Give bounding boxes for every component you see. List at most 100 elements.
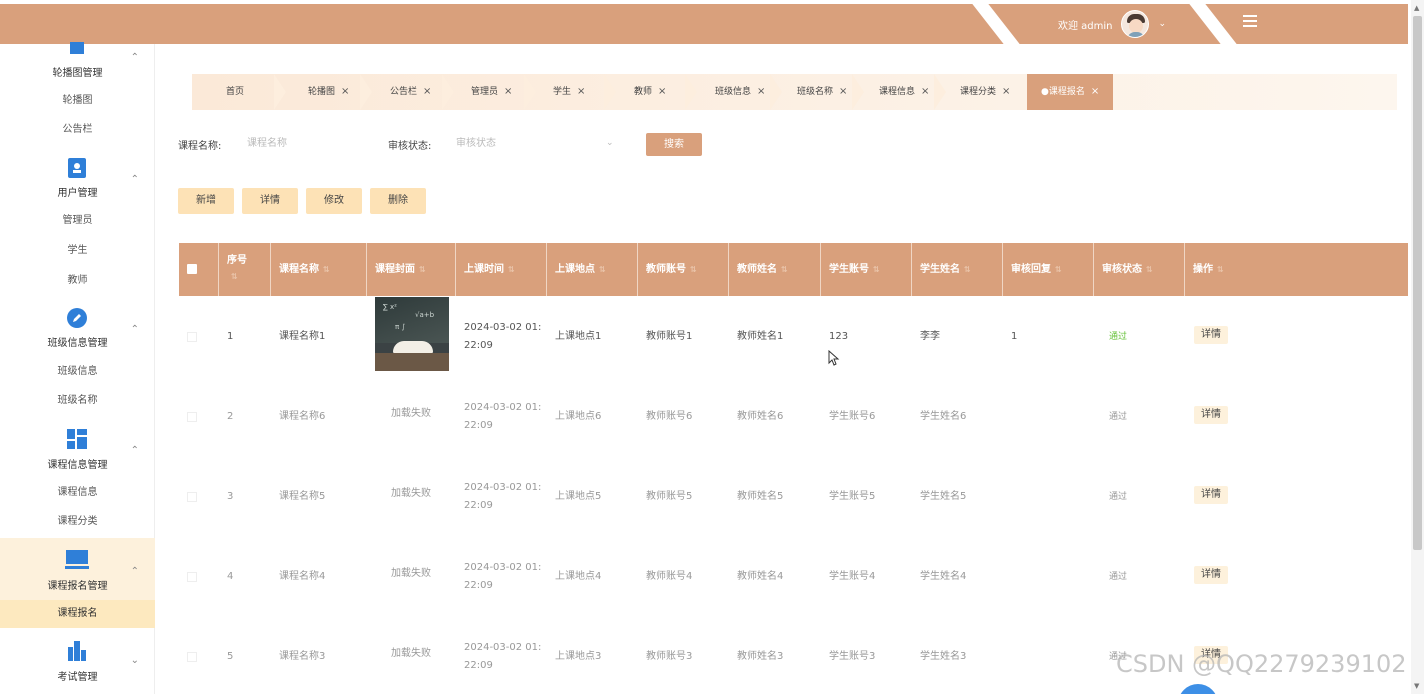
user-menu[interactable]: 欢迎 admin ⌄ [1058, 4, 1166, 44]
tab-notice[interactable]: 公告栏 × [390, 74, 431, 110]
column-header[interactable]: 上课地点 ⇅ [547, 243, 638, 296]
cell-student-name: 李李 [920, 331, 940, 342]
column-header[interactable]: 学生账号 ⇅ [821, 243, 912, 296]
row-checkbox[interactable] [187, 492, 197, 502]
chevron-up-icon[interactable]: ⌃ [131, 174, 139, 185]
cell-student-account: 学生账号4 [829, 571, 876, 582]
add-button[interactable]: 新增 [178, 188, 234, 214]
column-header[interactable]: 课程名称 ⇅ [271, 243, 367, 296]
tab-class-info[interactable]: 班级信息 × [715, 74, 765, 110]
column-header[interactable]: 操作 ⇅ [1185, 243, 1408, 296]
cell-teacher-account: 教师账号3 [646, 651, 693, 662]
sidebar-item-teacher[interactable]: 教师 [0, 267, 155, 295]
monitor-icon [65, 550, 89, 569]
column-header[interactable]: 上课时间 ⇅ [456, 243, 547, 296]
sidebar-item-course-category[interactable]: 课程分类 [0, 508, 155, 536]
sidebar-item-admin[interactable]: 管理员 [0, 207, 155, 235]
sidebar-item-notice[interactable]: 公告栏 [0, 116, 155, 144]
cell-reply: 1 [1011, 331, 1018, 342]
menu-icon[interactable] [1243, 15, 1257, 27]
column-header[interactable]: 审核回复 ⇅ [1003, 243, 1094, 296]
sidebar-item-class-name[interactable]: 班级名称 [0, 387, 155, 415]
chevron-up-icon[interactable]: ⌃ [131, 52, 139, 63]
row-detail-button[interactable]: 详情 [1194, 406, 1228, 424]
chevron-up-icon[interactable]: ⌃ [131, 566, 139, 577]
cell-time: 22:09 [464, 340, 493, 351]
sidebar-item-student[interactable]: 学生 [0, 237, 155, 265]
top-bar-decoration [1189, 4, 1237, 44]
column-header[interactable]: 教师账号 ⇅ [638, 243, 729, 296]
scroll-up-icon[interactable]: ▲ [1414, 4, 1419, 12]
tab-course-category[interactable]: 课程分类 × [960, 74, 1010, 110]
cell-teacher-name: 教师姓名3 [737, 651, 784, 662]
close-icon[interactable]: × [1091, 86, 1099, 97]
close-icon[interactable]: × [757, 86, 765, 97]
cell-course-name: 课程名称4 [279, 571, 326, 582]
cell-time: 2024-03-02 01: [464, 402, 542, 413]
search-button[interactable]: 搜索 [646, 133, 702, 156]
cell-no: 1 [227, 331, 234, 342]
tab-carousel[interactable]: 轮播图 × [308, 74, 349, 110]
chevron-down-icon[interactable]: ⌄ [1159, 19, 1167, 29]
sidebar-item-enrollment[interactable]: 课程报名 [0, 600, 155, 628]
scrollbar-thumb[interactable] [1413, 16, 1422, 550]
row-detail-button[interactable]: 详情 [1194, 326, 1228, 344]
delete-button[interactable]: 删除 [370, 188, 426, 214]
close-icon[interactable]: × [839, 86, 847, 97]
column-header[interactable]: 课程封面 ⇅ [367, 243, 456, 296]
detail-button[interactable]: 详情 [242, 188, 298, 214]
sidebar-item-carousel[interactable]: 轮播图 [0, 87, 155, 115]
row-checkbox[interactable] [187, 652, 197, 662]
column-header[interactable]: 教师姓名 ⇅ [729, 243, 821, 296]
select-all-checkbox[interactable] [187, 264, 197, 274]
close-icon[interactable]: × [658, 86, 666, 97]
cell-student-account: 学生账号5 [829, 491, 876, 502]
table-row: 3 课程名称5 加载失败 2024-03-02 01: 22:09 上课地点5 … [179, 457, 1408, 537]
welcome-text: 欢迎 admin [1058, 20, 1113, 32]
column-header[interactable]: 学生姓名 ⇅ [912, 243, 1003, 296]
tab-home[interactable]: 首页 [226, 74, 244, 110]
column-header[interactable]: 序号 ⇅ [219, 243, 271, 296]
row-checkbox[interactable] [187, 572, 197, 582]
sidebar-group-title: 课程报名管理 [47, 581, 108, 592]
chevron-down-icon[interactable]: ⌄ [606, 138, 614, 148]
close-icon[interactable]: × [341, 86, 349, 97]
status-select[interactable]: 审核状态 [449, 133, 623, 155]
close-icon[interactable]: × [504, 86, 512, 97]
sidebar-item-class-info[interactable]: 班级信息 [0, 358, 155, 386]
cell-student-name: 学生姓名6 [920, 411, 967, 422]
scroll-down-icon[interactable]: ▼ [1414, 682, 1419, 690]
tab-class-name[interactable]: 班级名称 × [797, 74, 847, 110]
chevron-up-icon[interactable]: ⌃ [131, 324, 139, 335]
row-detail-button[interactable]: 详情 [1194, 486, 1228, 504]
user-icon [68, 158, 86, 178]
tab-enrollment[interactable]: ●课程报名 × [1027, 74, 1114, 110]
chevron-up-icon[interactable]: ⌃ [131, 445, 139, 456]
breadcrumb-tabs: 首页 轮播图 × 公告栏 × 管理员 × 学生 × 教师 × 班级信息 × 班级名称 × 课程… [192, 74, 1397, 110]
tab-course-info[interactable]: 课程信息 × [879, 74, 929, 110]
status-badge: 通过 [1109, 332, 1128, 342]
cell-no: 4 [227, 571, 234, 582]
close-icon[interactable]: × [577, 86, 585, 97]
cell-course-name: 课程名称1 [279, 331, 326, 342]
cell-student-account: 123 [829, 331, 849, 342]
tab-student[interactable]: 学生 × [553, 74, 585, 110]
row-detail-button[interactable]: 详情 [1194, 566, 1228, 584]
column-header[interactable]: 审核状态 ⇅ [1094, 243, 1185, 296]
course-name-input[interactable]: 课程名称 [240, 133, 370, 155]
tab-admin[interactable]: 管理员 × [471, 74, 512, 110]
avatar[interactable] [1120, 10, 1149, 38]
edit-button[interactable]: 修改 [306, 188, 362, 214]
top-bar: 欢迎 admin ⌄ [0, 4, 1408, 44]
sidebar-group-title: 轮播图管理 [52, 68, 103, 79]
row-checkbox[interactable] [187, 332, 197, 342]
sidebar-item-course-info[interactable]: 课程信息 [0, 479, 155, 507]
close-icon[interactable]: × [423, 86, 431, 97]
page-scrollbar[interactable]: ▲ ▼ [1411, 0, 1424, 694]
close-icon[interactable]: × [1002, 86, 1010, 97]
chevron-down-icon[interactable]: ⌄ [131, 655, 139, 666]
cell-teacher-name: 教师姓名1 [737, 331, 784, 342]
tab-teacher[interactable]: 教师 × [634, 74, 666, 110]
row-checkbox[interactable] [187, 412, 197, 422]
close-icon[interactable]: × [921, 86, 929, 97]
